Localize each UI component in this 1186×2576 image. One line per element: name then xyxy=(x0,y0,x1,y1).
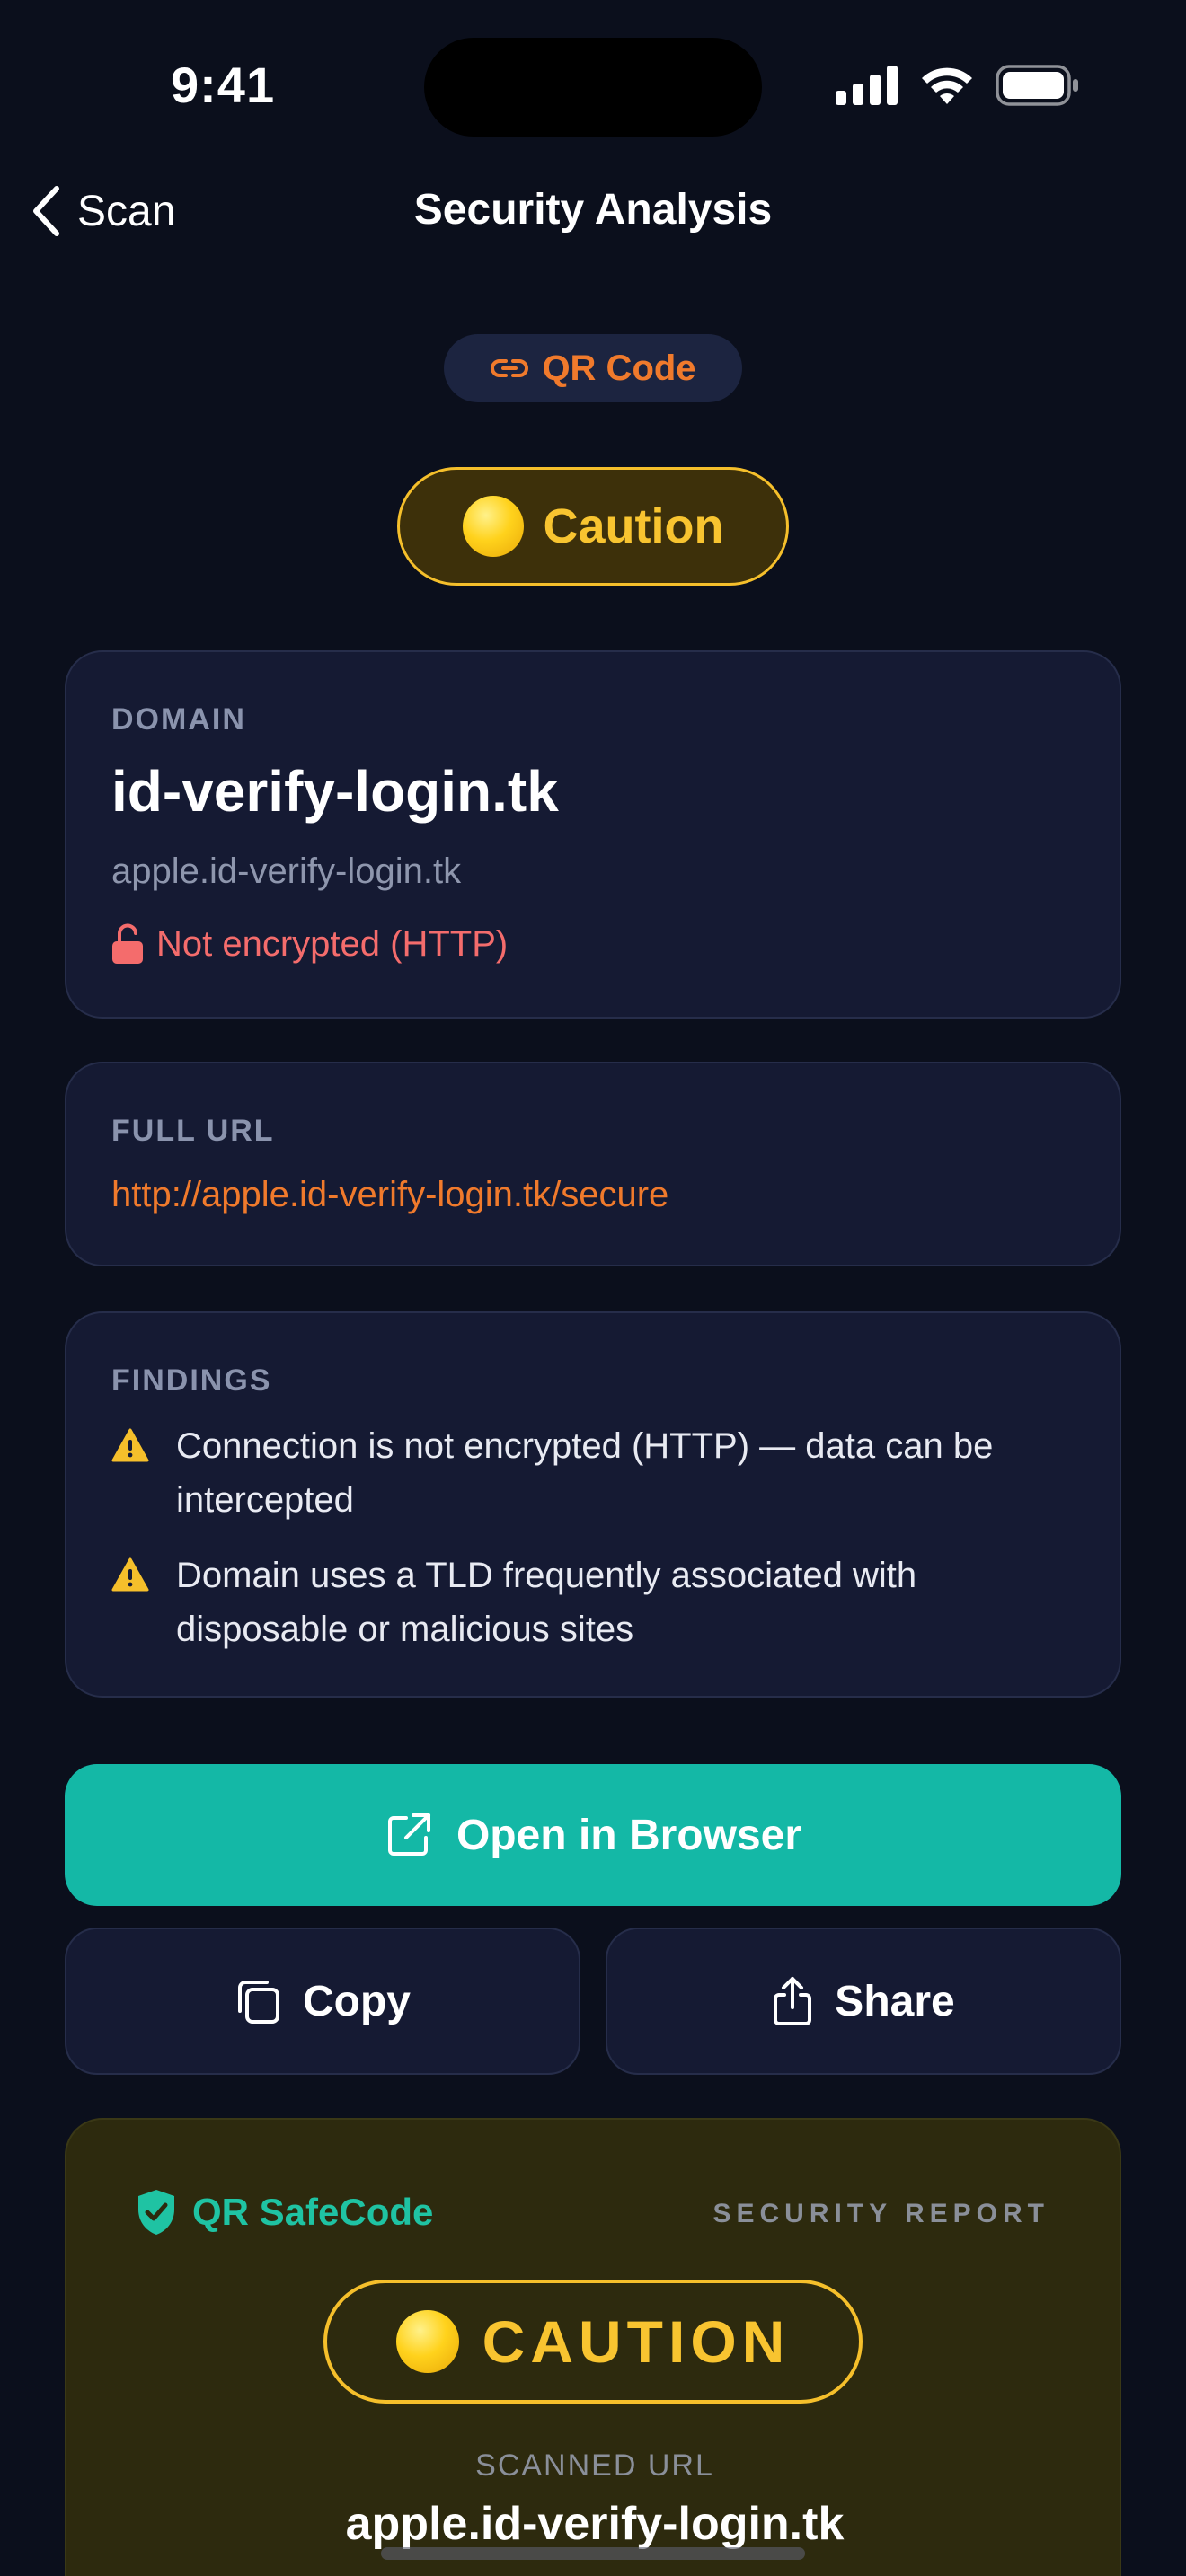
open-in-browser-button[interactable]: Open in Browser xyxy=(65,1764,1121,1906)
full-url-card: FULL URL http://apple.id-verify-login.tk… xyxy=(65,1062,1121,1266)
link-icon xyxy=(491,359,529,377)
status-bar: 9:41 xyxy=(0,0,1186,171)
wifi-icon xyxy=(922,67,972,104)
brand-logo: QR SafeCode xyxy=(135,2188,433,2236)
yellow-circle-icon xyxy=(462,496,524,557)
scanned-url-label: SCANNED URL xyxy=(475,2448,714,2483)
nav-bar: Scan Security Analysis xyxy=(0,171,1186,251)
copy-button[interactable]: Copy xyxy=(65,1928,580,2075)
source-chip: QR Code xyxy=(444,334,742,402)
findings-card: FINDINGS Connection is not encrypted (HT… xyxy=(65,1311,1121,1698)
share-label: Share xyxy=(835,1977,955,2025)
status-time: 9:41 xyxy=(171,57,276,113)
unlocked-icon xyxy=(112,923,143,964)
shield-check-icon xyxy=(138,2190,174,2235)
scanned-url-text: apple.id-verify-login.tk xyxy=(345,2498,845,2550)
domain-card-label: DOMAIN xyxy=(111,702,246,737)
encryption-label: Not encrypted (HTTP) xyxy=(156,923,509,964)
page-title: Security Analysis xyxy=(413,186,773,234)
full-url-text[interactable]: http://apple.id-verify-login.tk/secure xyxy=(111,1175,668,1215)
domain-name: id-verify-login.tk xyxy=(111,759,559,824)
encryption-status: Not encrypted (HTTP) xyxy=(111,923,508,965)
verdict-label: Caution xyxy=(543,499,724,553)
warning-icon xyxy=(111,1557,149,1592)
source-label: QR Code xyxy=(542,348,696,388)
home-indicator[interactable] xyxy=(381,2547,805,2560)
security-report-card: QR SafeCode SECURITY REPORT CAUTION SCAN… xyxy=(65,2118,1121,2576)
security-analysis-screen: 9:41 Scan Security Analysis QR Code Caut… xyxy=(0,0,1186,2576)
report-verdict-label: CAUTION xyxy=(482,2308,791,2375)
findings-label: FINDINGS xyxy=(111,1363,272,1398)
finding-text: Domain uses a TLD frequently associated … xyxy=(176,1556,917,1649)
yellow-circle-icon xyxy=(395,2310,459,2373)
subdomain-text: apple.id-verify-login.tk xyxy=(111,851,462,891)
share-button[interactable]: Share xyxy=(606,1928,1121,2075)
report-verdict-badge: CAUTION xyxy=(323,2280,863,2404)
full-url-label: FULL URL xyxy=(111,1114,275,1148)
finding-item: Domain uses a TLD frequently associated … xyxy=(111,1548,1091,1656)
copy-icon xyxy=(238,1981,279,2024)
dynamic-island xyxy=(424,38,762,137)
signal-icon xyxy=(836,66,898,105)
verdict-badge: Caution xyxy=(397,467,789,586)
finding-item: Connection is not encrypted (HTTP) — dat… xyxy=(111,1419,1091,1527)
copy-label: Copy xyxy=(303,1977,411,2025)
share-icon xyxy=(774,1977,812,2025)
warning-icon xyxy=(111,1428,149,1462)
finding-text: Connection is not encrypted (HTTP) — dat… xyxy=(176,1426,994,1520)
domain-card: DOMAIN id-verify-login.tk apple.id-verif… xyxy=(65,650,1121,1019)
battery-icon xyxy=(996,65,1078,106)
brand-name: QR SafeCode xyxy=(192,2191,434,2233)
open-in-browser-label: Open in Browser xyxy=(456,1811,802,1859)
status-icons xyxy=(836,63,1080,108)
external-link-icon xyxy=(387,1813,430,1856)
report-tag: SECURITY REPORT xyxy=(712,2199,1049,2228)
